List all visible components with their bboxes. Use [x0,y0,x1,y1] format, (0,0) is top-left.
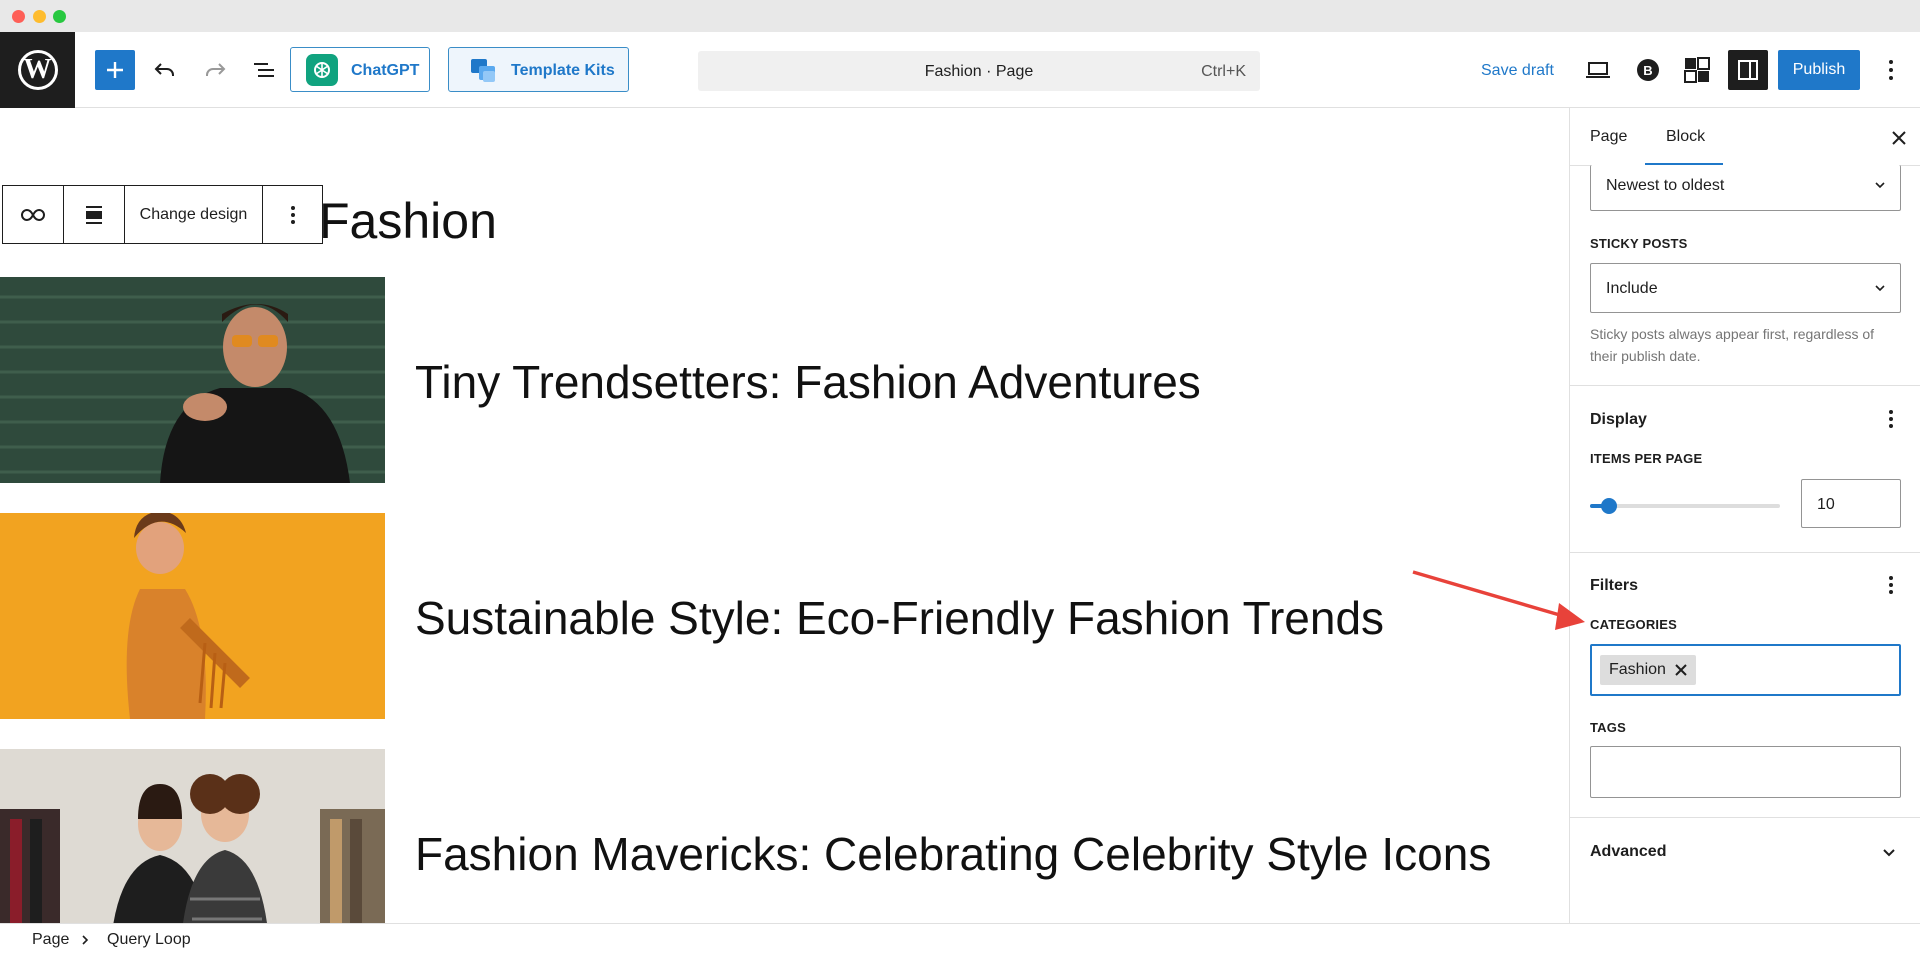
sticky-posts-select[interactable]: Include [1590,263,1901,313]
editor-window: W ChatGPT Template Kits Fashion · Page C… [0,0,1920,954]
window-titlebar [0,0,1920,32]
post-featured-image[interactable] [0,277,385,483]
add-block-button[interactable] [95,50,135,90]
status-bar: Page Query Loop [0,923,1920,954]
sidebar-icon [1738,60,1758,80]
chevron-right-icon [82,935,89,945]
close-icon[interactable] [1887,126,1911,150]
post-featured-image[interactable] [0,749,385,923]
categories-input[interactable]: Fashion [1590,644,1901,696]
align-button[interactable] [64,186,125,243]
chatgpt-logo-icon [306,54,338,86]
plugin-b-button[interactable]: B [1628,50,1668,90]
template-kits-label: Template Kits [511,62,615,79]
plus-icon [107,62,123,78]
display-panel-title[interactable]: Display [1590,411,1647,429]
undo-icon [154,63,174,76]
query-loop-block-button[interactable] [3,186,64,243]
slider-thumb[interactable] [1601,498,1617,514]
redo-icon [206,63,226,76]
kebab-menu-icon[interactable] [1881,407,1901,431]
items-per-page-value: 10 [1817,496,1835,513]
page-title[interactable]: Fashion [319,192,497,250]
remove-token-icon[interactable] [1674,663,1688,677]
advanced-panel-title[interactable]: Advanced [1590,843,1666,861]
post-featured-image[interactable] [0,513,385,719]
align-wide-icon [86,205,102,224]
chevron-down-icon[interactable] [1881,845,1897,861]
loop-icon [21,208,45,221]
order-select[interactable]: Newest to oldest [1590,165,1901,211]
wordpress-logo-button[interactable]: W [0,32,75,108]
settings-sidebar-toggle[interactable] [1728,50,1768,90]
editor-canvas: Change design Fashion Tiny Trendsetters:… [0,108,1569,923]
sidebar-tabs: Page Block [1570,108,1920,166]
panel-divider [1570,552,1920,553]
order-select-value: Newest to oldest [1606,177,1725,194]
svg-text:B: B [1643,63,1652,78]
template-kits-icon [471,59,495,82]
document-title: Fashion · Page [924,63,1034,80]
wordpress-logo-icon: W [17,50,58,90]
redo-button[interactable] [195,50,235,90]
minimize-window-button[interactable] [33,10,46,23]
items-per-page-label: ITEMS PER PAGE [1590,451,1703,466]
close-window-button[interactable] [12,10,25,23]
post-item: Tiny Trendsetters: Fashion Adventures [0,277,1569,483]
plugin-b-icon: B [1637,59,1659,81]
publish-button[interactable]: Publish [1778,50,1860,90]
sticky-posts-help: Sticky posts always appear first, regard… [1590,326,1875,364]
template-kits-button[interactable]: Template Kits [448,47,629,92]
sticky-posts-value: Include [1606,280,1658,297]
list-view-icon [254,63,274,77]
post-title[interactable]: Tiny Trendsetters: Fashion Adventures [415,355,1201,409]
change-design-label: Change design [139,205,248,223]
chevron-down-icon [1875,285,1885,292]
tab-page[interactable]: Page [1590,128,1627,146]
desktop-preview-icon [1586,62,1610,78]
kebab-menu-icon [1889,60,1893,80]
settings-sidebar: Page Block Newest to oldest STICKY POSTS… [1569,108,1920,923]
block-toolbar: Change design [2,185,323,244]
zoom-window-button[interactable] [53,10,66,23]
chatgpt-button[interactable]: ChatGPT [290,47,430,92]
panel-divider [1570,817,1920,818]
tags-input[interactable] [1590,746,1901,798]
filters-panel-title[interactable]: Filters [1590,577,1638,595]
kebab-menu-icon [290,205,295,224]
editor-toolbar: W ChatGPT Template Kits Fashion · Page C… [0,32,1920,108]
block-patterns-button[interactable] [1677,50,1717,90]
document-overview-button[interactable] [244,50,284,90]
block-options-button[interactable] [263,186,322,243]
command-palette-bar[interactable]: Fashion · Page Ctrl+K [698,51,1260,91]
keyboard-shortcut: Ctrl+K [1201,63,1246,80]
category-token: Fashion [1600,655,1696,685]
categories-label: CATEGORIES [1590,617,1677,632]
kebab-menu-icon[interactable] [1881,573,1901,597]
items-per-page-input[interactable]: 10 [1801,479,1901,528]
tags-label: TAGS [1590,720,1626,735]
preview-button[interactable] [1578,50,1618,90]
chevron-down-icon [1875,182,1885,189]
save-draft-button[interactable]: Save draft [1481,62,1554,80]
post-item: Fashion Mavericks: Celebrating Celebrity… [0,749,1569,923]
sticky-posts-label: STICKY POSTS [1590,236,1688,251]
undo-button[interactable] [145,50,185,90]
options-menu-button[interactable] [1876,50,1906,90]
change-design-button[interactable]: Change design [125,186,263,243]
post-title[interactable]: Sustainable Style: Eco-Friendly Fashion … [415,591,1384,645]
panel-divider [1570,385,1920,386]
post-title[interactable]: Fashion Mavericks: Celebrating Celebrity… [415,827,1491,881]
breadcrumb-page[interactable]: Page [32,931,69,949]
chatgpt-label: ChatGPT [351,62,420,79]
category-token-label: Fashion [1609,661,1666,678]
breadcrumb-query-loop[interactable]: Query Loop [107,931,191,949]
tab-block[interactable]: Block [1666,128,1705,146]
post-item: Sustainable Style: Eco-Friendly Fashion … [0,513,1569,719]
items-per-page-slider[interactable] [1590,498,1780,514]
patterns-icon [1684,57,1710,83]
